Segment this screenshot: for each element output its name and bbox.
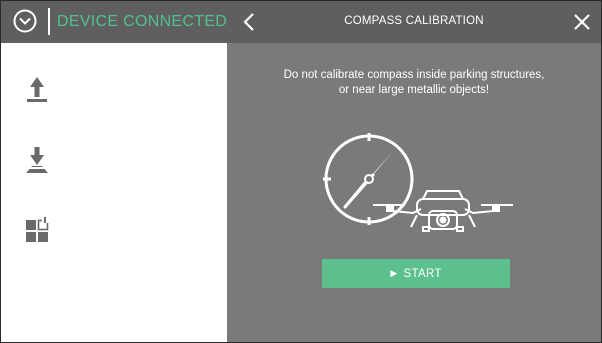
calibration-warning: Do not calibrate compass inside parking … — [247, 68, 581, 98]
menu-chevron-icon[interactable] — [13, 9, 37, 33]
start-label: START — [403, 268, 442, 280]
connection-status: DEVICE CONNECTED — [57, 13, 227, 30]
panel-header: COMPASS CALIBRATION — [227, 1, 601, 43]
warning-line-1: Do not calibrate compass inside parking … — [283, 69, 545, 81]
sidebar — [1, 43, 227, 342]
takeoff-icon[interactable] — [23, 73, 51, 105]
close-icon[interactable] — [573, 13, 591, 31]
compass-drone-illustration — [323, 133, 513, 232]
page-title: COMPASS CALIBRATION — [344, 15, 484, 27]
header-divider — [48, 8, 50, 35]
app-window: DEVICE CONNECTED COMPASS CALIBRATION Do … — [0, 0, 602, 343]
start-button[interactable]: ▶ START — [322, 259, 510, 288]
calibration-panel: COMPASS CALIBRATION Do not calibrate com… — [227, 1, 601, 342]
play-icon: ▶ — [390, 268, 398, 278]
landing-icon[interactable] — [23, 143, 51, 175]
warning-line-2: or near large metallic objects! — [338, 84, 490, 96]
status-header: DEVICE CONNECTED — [1, 1, 227, 43]
grid-icon[interactable] — [23, 213, 51, 245]
